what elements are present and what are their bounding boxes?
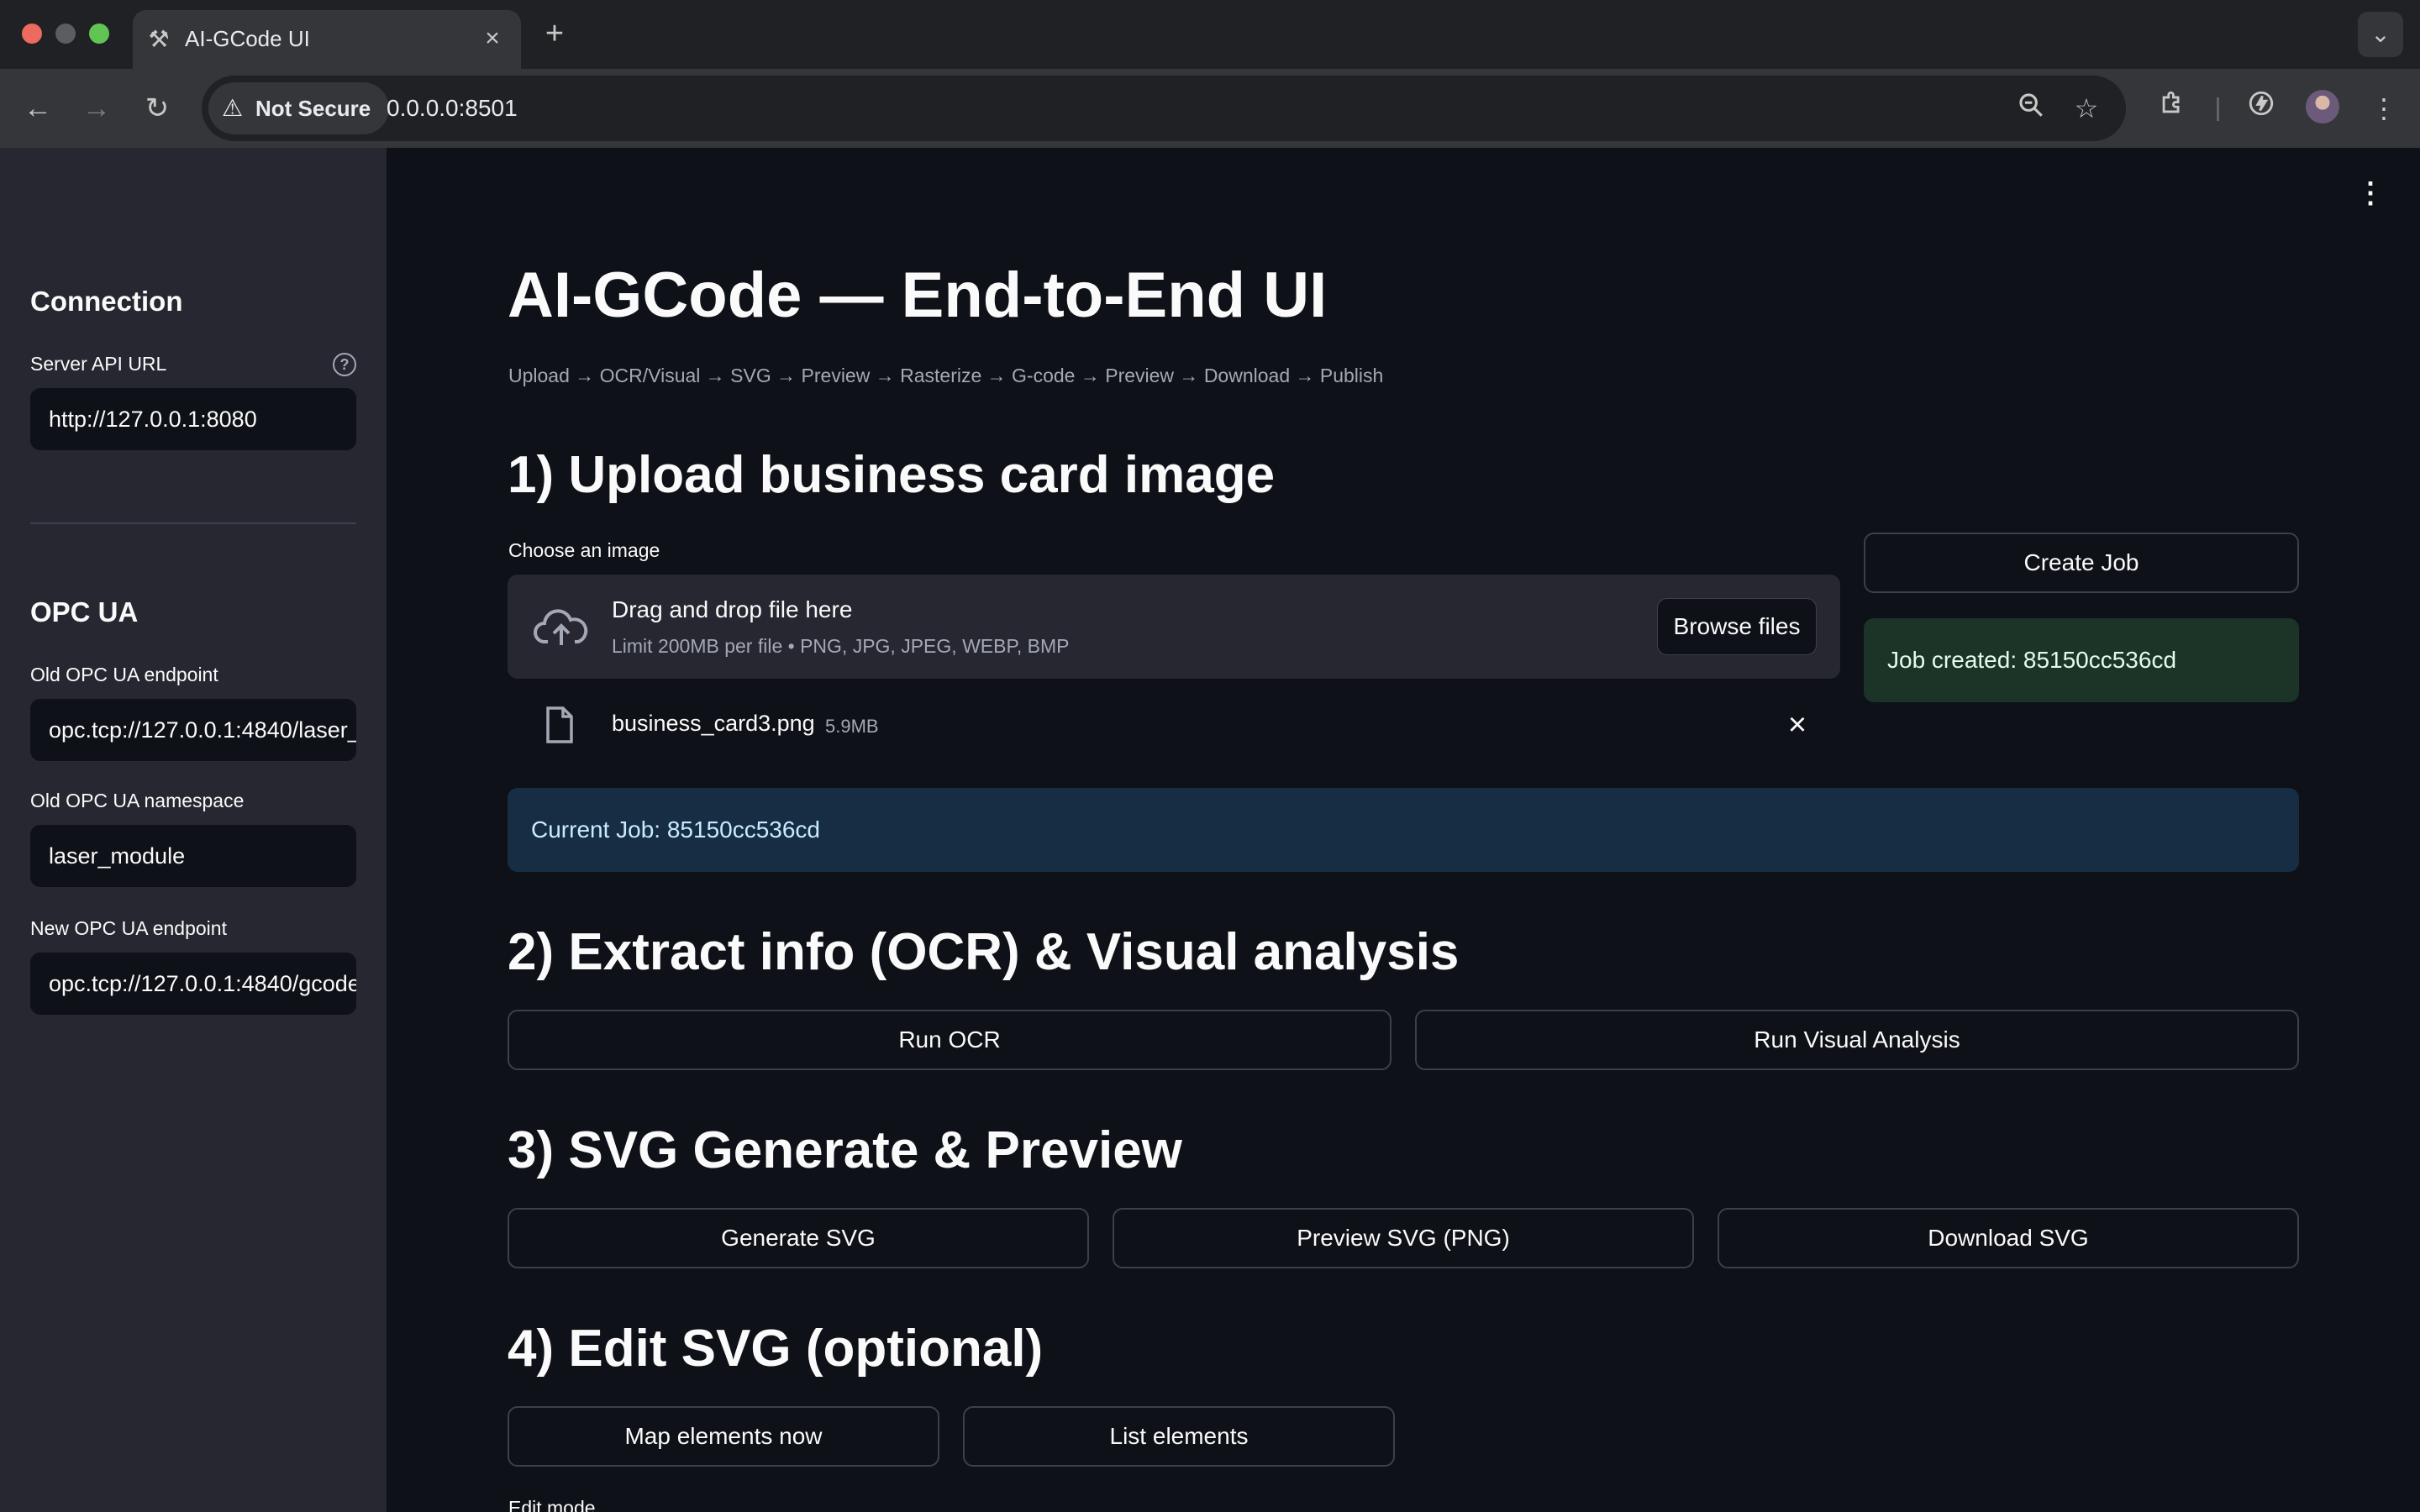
window-maximize-button[interactable] bbox=[89, 24, 109, 44]
old-endpoint-input[interactable]: opc.tcp://127.0.0.1:4840/laser_module bbox=[30, 699, 356, 761]
browser-tab[interactable]: ⚒ AI-GCode UI × bbox=[133, 10, 521, 69]
browser-toolbar: ← → ↻ ⚠ Not Secure 0.0.0.0:8501 ☆ ⋮ bbox=[0, 69, 2420, 148]
file-size: 5.9MB bbox=[825, 716, 879, 737]
run-ocr-button[interactable]: Run OCR bbox=[508, 1010, 1392, 1070]
section-extract-heading: 2) Extract info (OCR) & Visual analysis bbox=[508, 923, 1460, 981]
forward-arrow-icon[interactable]: → bbox=[76, 87, 118, 129]
section-edit-heading: 4) Edit SVG (optional) bbox=[508, 1320, 1044, 1378]
extensions-puzzle-icon[interactable] bbox=[2151, 87, 2193, 129]
file-dropzone[interactable]: Drag and drop file here Limit 200MB per … bbox=[508, 575, 1840, 679]
sidebar-divider bbox=[30, 522, 356, 524]
section-svg-heading: 3) SVG Generate & Preview bbox=[508, 1121, 1182, 1179]
create-job-button[interactable]: Create Job bbox=[1864, 533, 2299, 593]
server-api-url-input[interactable]: http://127.0.0.1:8080 bbox=[30, 388, 356, 450]
page-title: AI-GCode — End-to-End UI bbox=[508, 260, 1328, 331]
old-namespace-label: Old OPC UA namespace bbox=[30, 790, 245, 811]
browse-files-button[interactable]: Browse files bbox=[1657, 598, 1817, 655]
pipeline-caption: Upload → OCR/Visual → SVG → Preview → Ra… bbox=[508, 365, 1384, 386]
preview-svg-button[interactable]: Preview SVG (PNG) bbox=[1113, 1208, 1694, 1268]
browser-tab-bar: ⚒ AI-GCode UI × + ⌄ bbox=[0, 0, 2420, 69]
tab-search-chevron-icon[interactable]: ⌄ bbox=[2358, 12, 2403, 57]
reload-icon[interactable]: ↻ bbox=[136, 87, 178, 129]
new-endpoint-label: New OPC UA endpoint bbox=[30, 917, 227, 939]
edit-mode-label: Edit mode bbox=[508, 1497, 596, 1512]
section-upload-heading: 1) Upload business card image bbox=[508, 446, 1276, 504]
server-api-url-label: Server API URL bbox=[30, 353, 167, 375]
file-name: business_card3.png bbox=[612, 711, 815, 736]
security-indicator[interactable]: ⚠ Not Secure bbox=[208, 82, 390, 134]
back-arrow-icon[interactable]: ← bbox=[17, 87, 59, 129]
old-endpoint-label: Old OPC UA endpoint bbox=[30, 664, 218, 685]
bookmark-star-icon[interactable]: ☆ bbox=[2069, 91, 2104, 126]
hammer-and-wrench-icon: ⚒ bbox=[148, 26, 170, 52]
uploaded-file-row: business_card3.png 5.9MB × bbox=[508, 701, 1840, 751]
current-job-info: Current Job: 85150cc536cd bbox=[508, 788, 2299, 872]
window-close-button[interactable] bbox=[22, 24, 42, 44]
toolbar-divider bbox=[2217, 97, 2219, 121]
browser-menu-icon[interactable]: ⋮ bbox=[2363, 87, 2405, 129]
window-minimize-button[interactable] bbox=[55, 24, 76, 44]
cloud-upload-icon bbox=[534, 609, 588, 645]
map-elements-button[interactable]: Map elements now bbox=[508, 1406, 939, 1467]
dropzone-title: Drag and drop file here bbox=[612, 596, 853, 622]
tab-close-icon[interactable]: × bbox=[477, 24, 508, 54]
job-created-alert: Job created: 85150cc536cd bbox=[1864, 618, 2299, 702]
zoom-icon[interactable] bbox=[2013, 91, 2049, 126]
generate-svg-button[interactable]: Generate SVG bbox=[508, 1208, 1089, 1268]
security-label: Not Secure bbox=[255, 95, 371, 121]
run-visual-analysis-button[interactable]: Run Visual Analysis bbox=[1415, 1010, 2299, 1070]
remove-file-icon[interactable]: × bbox=[1780, 707, 1815, 743]
address-bar[interactable]: ⚠ Not Secure 0.0.0.0:8501 ☆ bbox=[202, 76, 2126, 141]
new-endpoint-input[interactable]: opc.tcp://127.0.0.1:4840/gcode bbox=[30, 953, 356, 1015]
file-icon bbox=[546, 706, 573, 743]
profile-avatar[interactable] bbox=[2306, 90, 2339, 123]
url-text[interactable]: 0.0.0.0:8501 bbox=[387, 92, 518, 124]
opc-ua-heading: OPC UA bbox=[30, 596, 139, 627]
tab-title: AI-GCode UI bbox=[185, 26, 310, 51]
help-circle-icon[interactable]: ? bbox=[333, 353, 356, 376]
dropzone-limits: Limit 200MB per file • PNG, JPG, JPEG, W… bbox=[612, 635, 1070, 657]
new-tab-icon[interactable]: + bbox=[539, 18, 570, 50]
connection-heading: Connection bbox=[30, 286, 183, 317]
warning-triangle-icon: ⚠ bbox=[222, 95, 244, 121]
old-namespace-input[interactable]: laser_module bbox=[30, 825, 356, 887]
performance-icon[interactable] bbox=[2240, 87, 2282, 129]
list-elements-button[interactable]: List elements bbox=[963, 1406, 1395, 1467]
download-svg-button[interactable]: Download SVG bbox=[1718, 1208, 2299, 1268]
choose-image-label: Choose an image bbox=[508, 539, 660, 561]
app-menu-icon[interactable]: ⋮ bbox=[2356, 176, 2385, 210]
